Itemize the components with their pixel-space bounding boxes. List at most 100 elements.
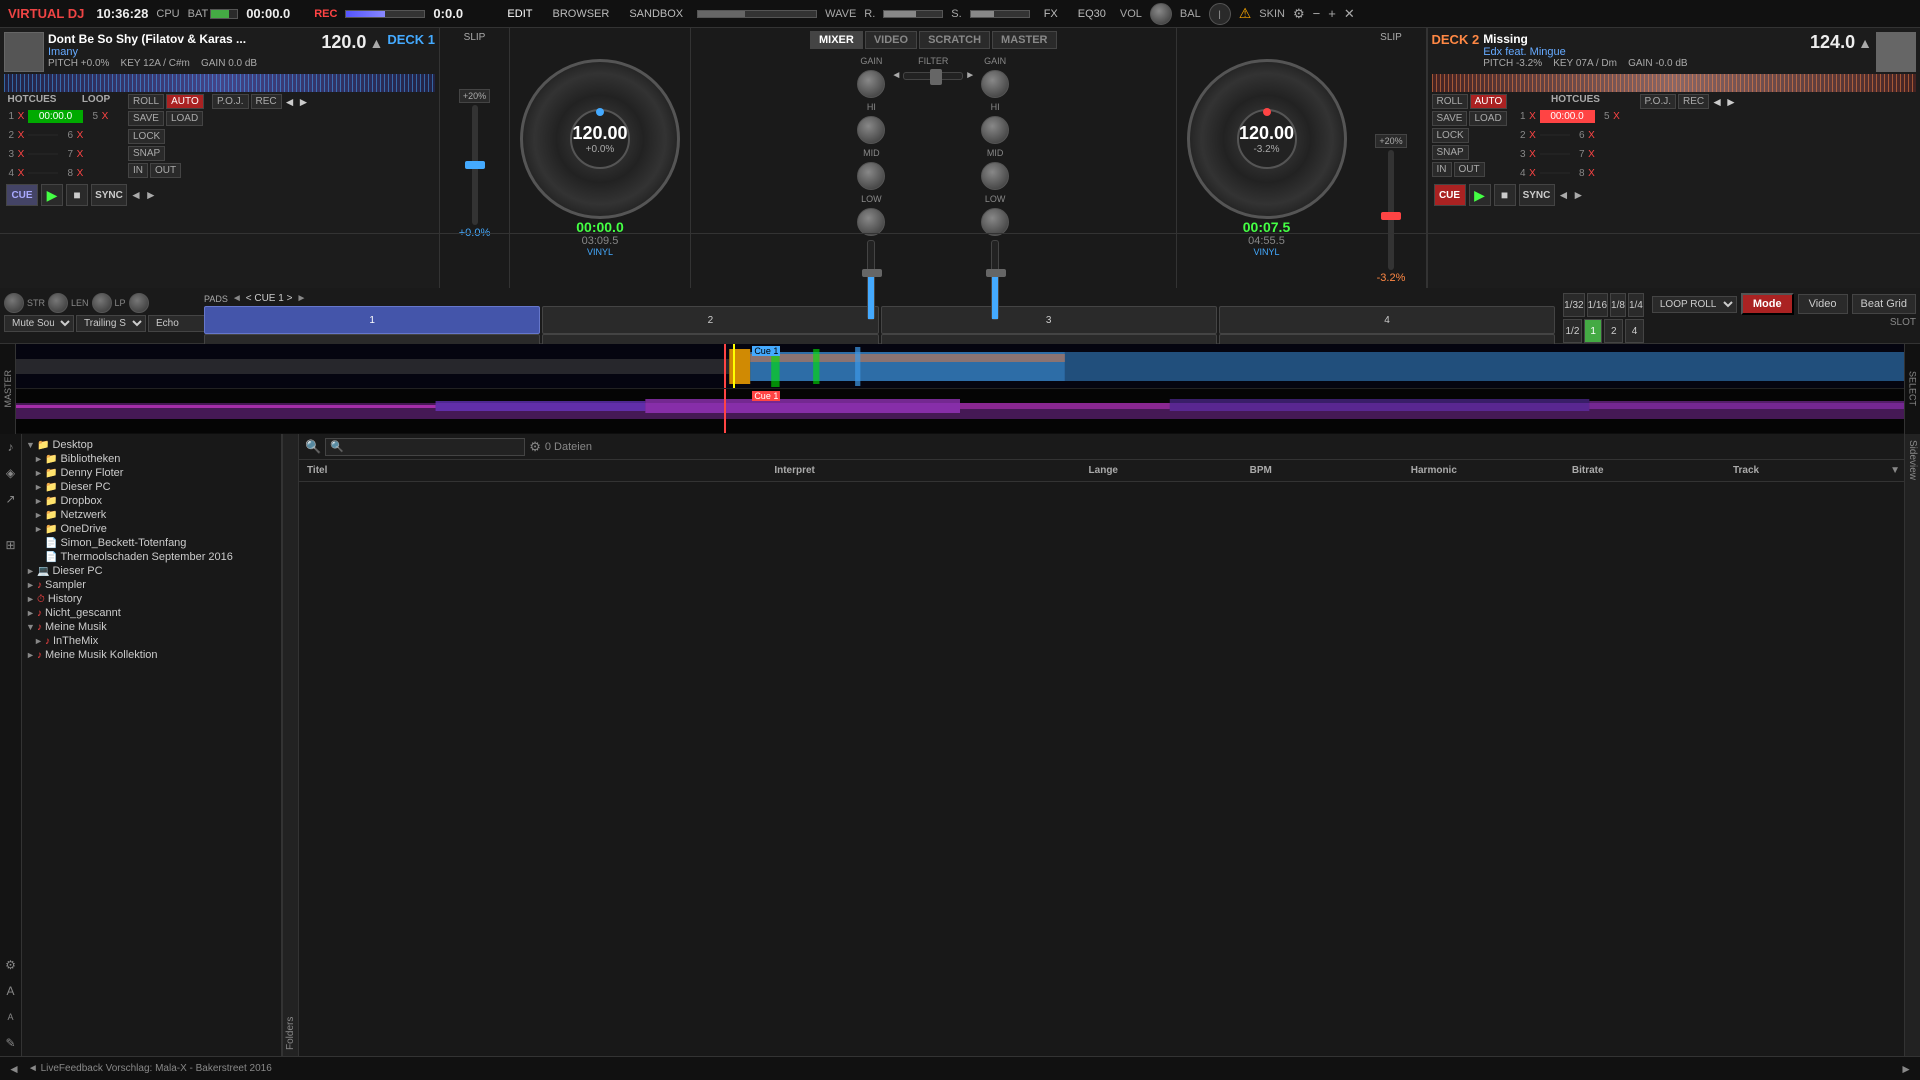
play-button-d1[interactable]: ▶ — [41, 184, 63, 206]
gear-icon[interactable]: ⚙ — [529, 439, 541, 455]
prev-btn-d2[interactable]: ◄ — [1711, 95, 1723, 109]
loop-roll-btn-d1[interactable]: ROLL — [128, 94, 164, 109]
settings-nav-icon[interactable]: ⚙ — [2, 956, 20, 974]
pitch-range-d1[interactable]: +20% — [459, 89, 490, 103]
out-btn-d1[interactable]: OUT — [150, 163, 181, 178]
cue-x-d2-4[interactable]: X — [1527, 168, 1539, 179]
cue-x-3[interactable]: X — [15, 149, 27, 160]
rec-btn-d2[interactable]: REC — [1678, 94, 1709, 109]
turntable-disc-d2[interactable]: 120.00 -3.2% — [1187, 59, 1347, 219]
col-interpret[interactable]: Interpret — [770, 465, 1084, 476]
pad-2[interactable]: 2 — [542, 306, 878, 334]
pad-3[interactable]: 3 — [881, 306, 1217, 334]
lock-btn-d2[interactable]: LOCK — [1432, 128, 1469, 143]
video-btn[interactable]: Video — [1798, 294, 1848, 314]
vinyl-label-d1[interactable]: VINYL — [587, 247, 613, 257]
tree-dropbox[interactable]: ► 📁 Dropbox — [22, 494, 281, 508]
cue-x-4[interactable]: X — [15, 168, 27, 179]
mid-knob-r[interactable] — [981, 162, 1009, 190]
prev-btn-d1[interactable]: ◄ — [284, 95, 296, 109]
font-a1-icon[interactable]: A — [2, 982, 20, 1000]
cue-val-d2-1[interactable]: 00:00.0 — [1540, 110, 1595, 123]
sideview-tab[interactable]: Sideview — [1904, 434, 1920, 1056]
in-btn-d1[interactable]: IN — [128, 163, 148, 178]
hi-knob-l[interactable] — [857, 116, 885, 144]
fader-track-r[interactable] — [991, 240, 999, 320]
cue-x-4b[interactable]: X — [74, 168, 86, 179]
tree-onedrive[interactable]: ► 📁 OneDrive — [22, 522, 281, 536]
trailing-dropdown[interactable]: Trailing S... — [76, 315, 146, 332]
next-btn-d1[interactable]: ► — [298, 95, 310, 109]
tree-history[interactable]: ► ⏱ History — [22, 592, 281, 606]
gain-knob-r[interactable] — [981, 70, 1009, 98]
skin-label[interactable]: SKIN — [1259, 8, 1285, 20]
filter-nav-icon[interactable]: ⊞ — [2, 536, 20, 554]
stop-button-d2[interactable]: ■ — [1494, 184, 1516, 206]
folders-tab[interactable]: Folders — [282, 434, 299, 1056]
prev-track-d1[interactable]: ◄ — [130, 188, 142, 202]
cue-button-d1[interactable]: CUE — [6, 184, 38, 206]
loop-roll-dropdown[interactable]: LOOP ROLL — [1652, 296, 1737, 313]
hi-knob-r[interactable] — [981, 116, 1009, 144]
bottom-prev-btn[interactable]: ◄ — [8, 1062, 20, 1076]
vinyl-label-d2[interactable]: VINYL — [1253, 247, 1279, 257]
sync-button-d1[interactable]: SYNC — [91, 184, 127, 206]
loop-roll-btn-d2[interactable]: ROLL — [1432, 94, 1468, 109]
vol-knob[interactable] — [1150, 3, 1172, 25]
in-btn-d2[interactable]: IN — [1432, 162, 1452, 177]
efx-extra-knob[interactable] — [129, 293, 149, 313]
mute-dropdown[interactable]: Mute Sou... — [4, 315, 74, 332]
col-lange[interactable]: Lange — [1085, 465, 1246, 476]
cue-x-d2-2b[interactable]: X — [1586, 130, 1598, 141]
pitch-slider-d2[interactable] — [1388, 150, 1394, 270]
minus-icon[interactable]: − — [1313, 6, 1321, 21]
gain-knob-l[interactable] — [857, 70, 885, 98]
cue-x-1b[interactable]: X — [99, 111, 111, 122]
pad-1[interactable]: 1 — [204, 306, 540, 334]
rec-label[interactable]: REC — [314, 8, 337, 20]
lr-1-16[interactable]: 1/16 — [1587, 293, 1608, 317]
cue-x-3b[interactable]: X — [74, 149, 86, 160]
cue-val-1[interactable]: 00:00.0 — [28, 110, 83, 123]
cue-x-2[interactable]: X — [15, 130, 27, 141]
loop-save-btn-d1[interactable]: SAVE — [128, 111, 164, 126]
next-track-d2[interactable]: ► — [1572, 188, 1584, 202]
next-track-d1[interactable]: ► — [145, 188, 157, 202]
cue-button-d2[interactable]: CUE — [1434, 184, 1466, 206]
snap-btn-d2[interactable]: SNAP — [1432, 145, 1469, 160]
cue-x-d2-3[interactable]: X — [1527, 149, 1539, 160]
settings-top-icon[interactable]: ⚙ — [1293, 6, 1305, 22]
browser-nav[interactable]: BROWSER — [546, 6, 615, 22]
sync-button-d2[interactable]: SYNC — [1519, 184, 1555, 206]
music-nav-icon[interactable]: ♪ — [2, 438, 20, 456]
out-btn-d2[interactable]: OUT — [1454, 162, 1485, 177]
font-a2-icon[interactable]: A — [2, 1008, 20, 1026]
poj-btn-d2[interactable]: P.O.J. — [1640, 94, 1677, 109]
lr-4[interactable]: 4 — [1625, 319, 1644, 343]
rec-btn-d1[interactable]: REC — [251, 94, 282, 109]
cue-x-1[interactable]: X — [15, 111, 27, 122]
mixer-tab-master[interactable]: MASTER — [992, 31, 1056, 49]
tree-dieser-pc-sub[interactable]: ► 📁 Dieser PC — [22, 480, 281, 494]
mixer-tab-scratch[interactable]: SCRATCH — [919, 31, 990, 49]
lr-1-32[interactable]: 1/32 — [1563, 293, 1584, 317]
play-button-d2[interactable]: ▶ — [1469, 184, 1491, 206]
bal-knob[interactable]: | — [1209, 3, 1231, 25]
tree-desktop[interactable]: ▼ 📁 Desktop — [22, 438, 281, 452]
stop-button-d1[interactable]: ■ — [66, 184, 88, 206]
cue-x-d2-1b[interactable]: X — [1611, 111, 1623, 122]
col-track[interactable]: Track — [1729, 465, 1890, 476]
efx-lp-knob[interactable] — [92, 293, 112, 313]
low-knob-l[interactable] — [857, 208, 885, 236]
tree-netzwerk[interactable]: ► 📁 Netzwerk — [22, 508, 281, 522]
edit-nav[interactable]: EDIT — [501, 6, 538, 22]
tree-inthemix[interactable]: ► ♪ InTheMix — [22, 634, 281, 648]
mixer-tab-mixer[interactable]: MIXER — [810, 31, 863, 49]
loop-load-btn-d1[interactable]: LOAD — [166, 111, 203, 126]
lr-1[interactable]: 1 — [1584, 319, 1603, 343]
lr-1-8[interactable]: 1/8 — [1610, 293, 1626, 317]
search-nav-icon[interactable]: ◈ — [2, 464, 20, 482]
cue-x-d2-2[interactable]: X — [1527, 130, 1539, 141]
poj-btn-d1[interactable]: P.O.J. — [212, 94, 249, 109]
bottom-next-btn[interactable]: ► — [1900, 1062, 1912, 1076]
